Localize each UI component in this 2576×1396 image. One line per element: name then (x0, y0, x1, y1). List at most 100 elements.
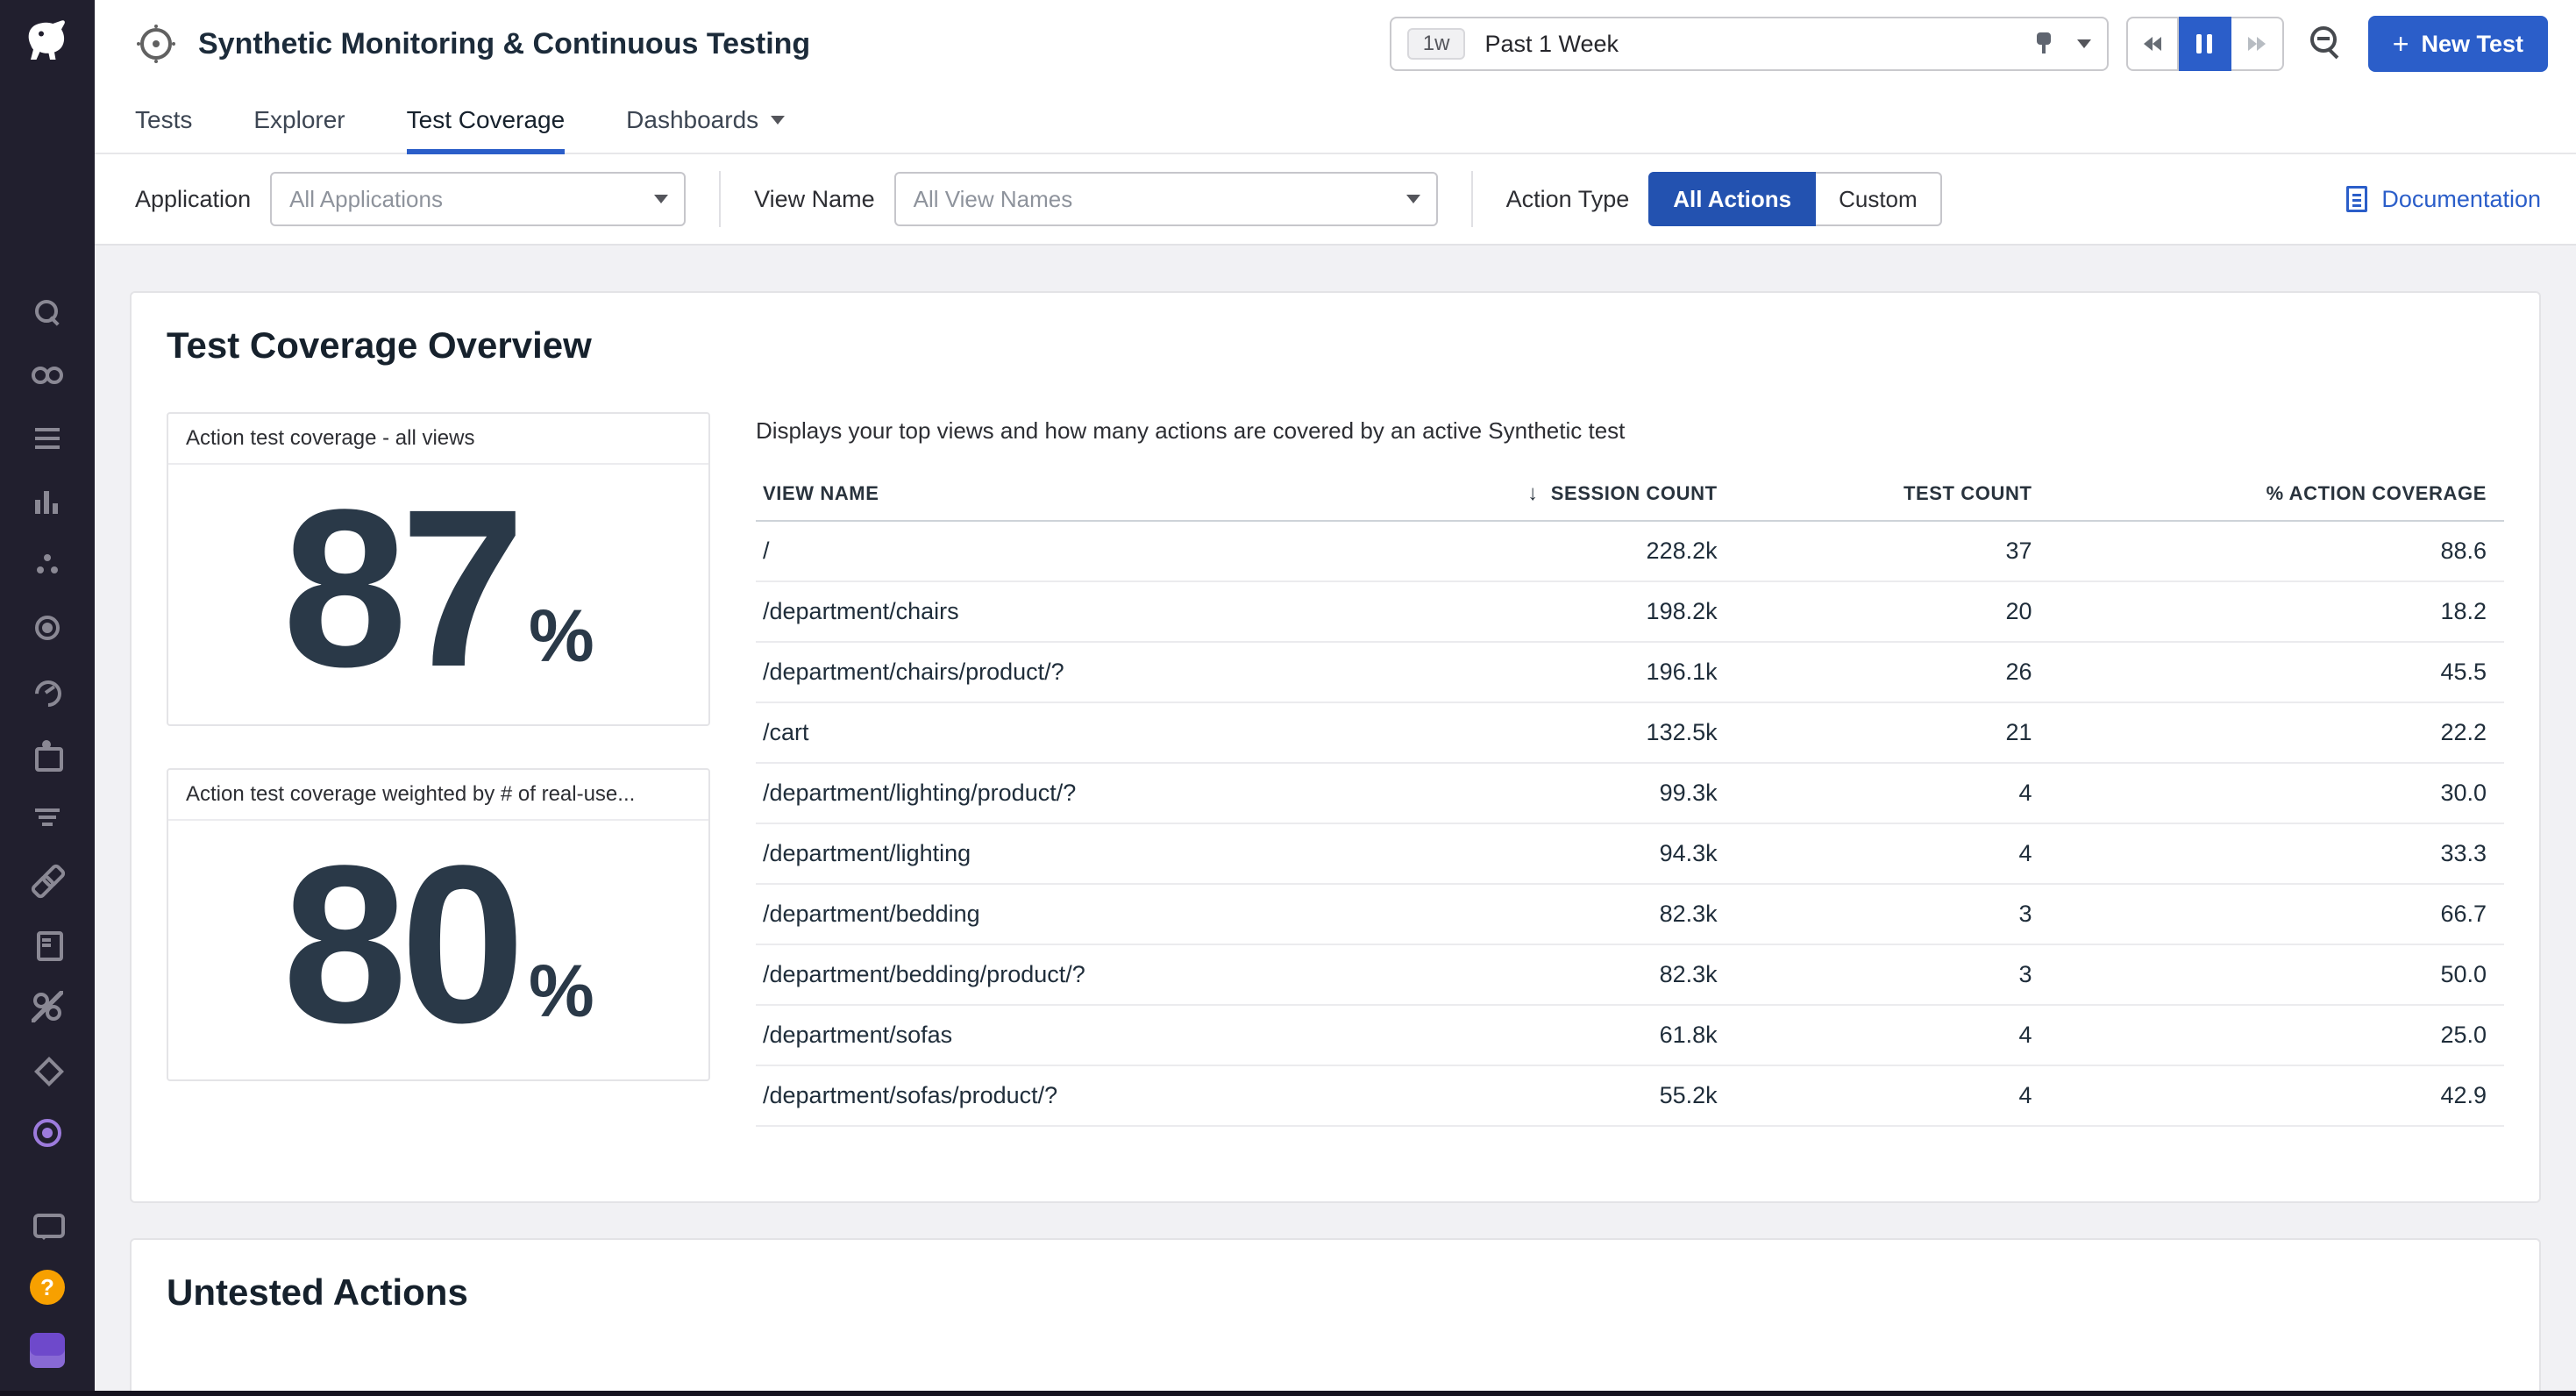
action-type-all-actions-button[interactable]: All Actions (1648, 172, 1816, 226)
playback-controls (2126, 17, 2284, 71)
action-type-custom-button[interactable]: Custom (1816, 172, 1942, 226)
sidebar-item-infrastructure[interactable] (0, 723, 95, 786)
table-row[interactable]: /department/lighting94.3k433.3 (756, 823, 2504, 884)
value-cell: 61.8k (1420, 1005, 1735, 1065)
view-name-cell: /department/sofas/product/? (756, 1065, 1420, 1126)
value-cell: 132.5k (1420, 702, 1735, 763)
documentation-link[interactable]: Documentation (2346, 186, 2541, 213)
sidebar-bottom (0, 1193, 95, 1396)
column-header-label: SESSION COUNT (1551, 482, 1718, 504)
column-header[interactable]: VIEW NAME (756, 471, 1420, 521)
sidebar-item-processes[interactable] (0, 786, 95, 849)
table-row[interactable]: /228.2k3788.6 (756, 521, 2504, 581)
sidebar-item-logs[interactable] (0, 912, 95, 975)
sidebar-item-watchdog[interactable] (0, 344, 95, 407)
coverage-table: VIEW NAME SESSION COUNT TEST COUNT% ACTION… (756, 471, 2504, 1127)
metrics-icon (32, 486, 63, 517)
sidebar-item-account[interactable] (0, 1319, 95, 1382)
stat-value: 87 (282, 486, 518, 693)
events-icon (32, 423, 63, 454)
value-cell: 3 (1735, 884, 2050, 944)
chevron-down-icon (1406, 195, 1420, 210)
sidebar-item-errors[interactable] (0, 1038, 95, 1101)
value-cell: 66.7 (2050, 884, 2504, 944)
rewind-icon (2153, 37, 2161, 51)
value-cell: 4 (1735, 823, 2050, 884)
stat-value: 80 (282, 842, 518, 1049)
table-header-row: VIEW NAME SESSION COUNT TEST COUNT% ACTION… (756, 471, 2504, 521)
sidebar-item-apm[interactable] (0, 533, 95, 596)
sidebar-item-synthetics[interactable] (0, 1101, 95, 1165)
sidebar-item-metrics[interactable] (0, 470, 95, 533)
minus-icon (2317, 37, 2330, 40)
rewind-button[interactable] (2126, 17, 2179, 71)
table-row[interactable]: /department/chairs198.2k2018.2 (756, 581, 2504, 642)
view-name-cell: /department/bedding (756, 884, 1420, 944)
tab-dashboards[interactable]: Dashboards (626, 88, 785, 153)
column-header[interactable]: SESSION COUNT (1420, 471, 1735, 521)
table-row[interactable]: /department/sofas61.8k425.0 (756, 1005, 2504, 1065)
sidebar-nav (0, 281, 95, 1165)
view-name-select[interactable]: All View Names (894, 172, 1438, 226)
value-cell: 196.1k (1420, 642, 1735, 702)
forward-button[interactable] (2231, 17, 2284, 71)
sidebar-item-integrations[interactable] (0, 849, 95, 912)
sidebar-item-search[interactable] (0, 281, 95, 344)
errors-icon (32, 1054, 63, 1086)
sidebar-item-chat[interactable] (0, 1193, 95, 1256)
value-cell: 55.2k (1420, 1065, 1735, 1126)
view-name-cell: /department/lighting (756, 823, 1420, 884)
table-row[interactable]: /department/chairs/product/?196.1k2645.5 (756, 642, 2504, 702)
sidebar-item-security[interactable] (0, 596, 95, 659)
table-row[interactable]: /department/lighting/product/?99.3k430.0 (756, 763, 2504, 823)
value-cell: 30.0 (2050, 763, 2504, 823)
synthetics-icon (32, 1117, 63, 1149)
view-name-cell: /cart (756, 702, 1420, 763)
divider (1471, 171, 1473, 227)
time-range-selector[interactable]: 1w Past 1 Week (1390, 17, 2109, 71)
tab-explorer[interactable]: Explorer (253, 88, 345, 153)
new-test-label: New Test (2421, 31, 2523, 58)
untested-title: Untested Actions (167, 1271, 2504, 1314)
coverage-table-body: /228.2k3788.6/department/chairs198.2k201… (756, 521, 2504, 1126)
datadog-logo[interactable] (0, 0, 95, 84)
application-select[interactable]: All Applications (270, 172, 686, 226)
value-cell: 228.2k (1420, 521, 1735, 581)
zoom-out-button[interactable] (2302, 19, 2351, 68)
chevron-down-icon (654, 195, 668, 210)
test-coverage-overview-card: Test Coverage Overview Action test cover… (130, 291, 2541, 1203)
new-test-button[interactable]: + New Test (2368, 16, 2548, 72)
tab-tests[interactable]: Tests (135, 88, 192, 153)
search-icon (32, 296, 63, 328)
value-cell: 20 (1735, 581, 2050, 642)
sidebar-item-rum[interactable] (0, 659, 95, 723)
application-select-value: All Applications (272, 186, 638, 213)
table-row[interactable]: /department/sofas/product/?55.2k442.9 (756, 1065, 2504, 1126)
processes-icon (32, 801, 63, 833)
content-area: Test Coverage Overview Action test cover… (95, 246, 2576, 1396)
sidebar-item-help[interactable] (0, 1256, 95, 1319)
security-icon (32, 612, 63, 644)
pause-button[interactable] (2179, 17, 2231, 71)
table-row[interactable]: /department/bedding82.3k366.7 (756, 884, 2504, 944)
integrations-icon (32, 865, 63, 896)
table-row[interactable]: /department/bedding/product/?82.3k350.0 (756, 944, 2504, 1005)
value-cell: 198.2k (1420, 581, 1735, 642)
sidebar-item-events[interactable] (0, 407, 95, 470)
column-header[interactable]: TEST COUNT (1735, 471, 2050, 521)
ci-icon (32, 991, 63, 1022)
value-cell: 26 (1735, 642, 2050, 702)
column-header[interactable]: % ACTION COVERAGE (2050, 471, 2504, 521)
stat-unit: % (529, 594, 594, 693)
value-cell: 50.0 (2050, 944, 2504, 1005)
help-icon (30, 1270, 65, 1305)
stat-card: Action test coverage weighted by # of re… (167, 768, 710, 1082)
pin-icon[interactable] (2032, 31, 2056, 57)
topbar-left: Synthetic Monitoring & Continuous Testin… (133, 21, 1390, 67)
tab-test-coverage[interactable]: Test Coverage (407, 88, 566, 153)
pause-icon (2207, 34, 2212, 53)
overview-body: Action test coverage - all views 87 % Ac… (167, 412, 2504, 1127)
sidebar-item-ci[interactable] (0, 975, 95, 1038)
table-row[interactable]: /cart132.5k2122.2 (756, 702, 2504, 763)
filter-bar: Application All Applications View Name A… (95, 154, 2576, 246)
